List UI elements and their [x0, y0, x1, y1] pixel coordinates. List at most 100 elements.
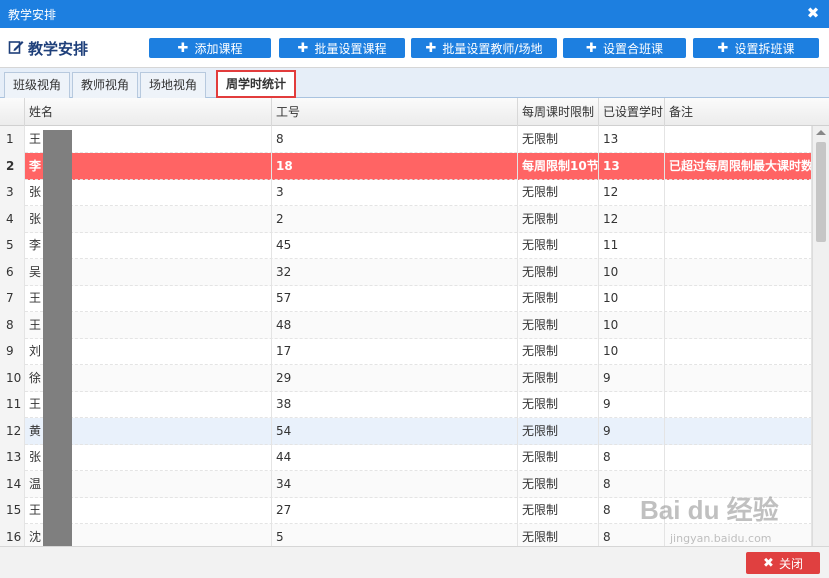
cell-set-hours: 8: [599, 470, 665, 498]
cell-id: 34: [272, 470, 518, 498]
window-titlebar: 教学安排 ✖: [0, 0, 829, 28]
cell-set-hours: 9: [599, 391, 665, 418]
cell-weekly-limit: 无限制: [518, 417, 599, 445]
tab-venue-view[interactable]: 场地视角: [140, 72, 207, 98]
window-close-icon[interactable]: ✖: [805, 4, 821, 22]
close-button-label: 关闭: [778, 556, 803, 571]
cell-weekly-limit: 无限制: [518, 338, 599, 365]
plus-icon: ✚: [717, 40, 729, 56]
cell-weekly-limit: 无限制: [518, 205, 599, 233]
batch-set-course-label: 批量设置课程: [314, 41, 387, 56]
tab-teacher-view[interactable]: 教师视角: [72, 72, 139, 98]
cell-id: 2: [272, 205, 518, 233]
row-number: 11: [0, 391, 25, 418]
cell-weekly-limit: 无限制: [518, 391, 599, 418]
table-row[interactable]: 15 王 27 无限制 8: [0, 497, 812, 524]
batch-set-teacher-venue-label: 批量设置教师/场地: [442, 41, 543, 56]
table-row[interactable]: 10 徐 29 无限制 9: [0, 364, 812, 392]
table-row[interactable]: 4 张 2 无限制 12: [0, 205, 812, 233]
cell-set-hours: 10: [599, 338, 665, 365]
cell-id: 27: [272, 497, 518, 524]
cell-id: 38: [272, 391, 518, 418]
cell-note: [665, 338, 812, 365]
redaction-mask: [43, 130, 72, 548]
cell-id: 54: [272, 417, 518, 445]
scroll-thumb[interactable]: [816, 142, 826, 242]
tab-weekly-hours-stats[interactable]: 周学时统计: [216, 70, 297, 98]
cell-set-hours: 13: [599, 152, 665, 180]
header-name[interactable]: 姓名: [25, 98, 272, 126]
table-row[interactable]: 6 吴 32 无限制 10: [0, 258, 812, 286]
table-row[interactable]: 14 温 34 无限制 8: [0, 470, 812, 498]
row-number: 6: [0, 258, 25, 286]
row-number: 13: [0, 444, 25, 471]
cell-id: 8: [272, 126, 518, 153]
header-note[interactable]: 备注: [665, 98, 829, 126]
vertical-scrollbar[interactable]: [812, 126, 829, 546]
plus-icon: ✚: [297, 40, 309, 56]
cell-id: 45: [272, 232, 518, 259]
cell-note: [665, 364, 812, 392]
add-course-button[interactable]: ✚ 添加课程: [149, 38, 271, 58]
batch-set-teacher-venue-button[interactable]: ✚ 批量设置教师/场地: [411, 38, 557, 58]
cell-weekly-limit: 无限制: [518, 444, 599, 471]
set-split-class-label: 设置拆班课: [734, 41, 795, 56]
row-number: 7: [0, 285, 25, 312]
plus-icon: ✚: [177, 40, 189, 56]
set-combined-class-button[interactable]: ✚ 设置合班课: [563, 38, 686, 58]
page-title: 教学安排: [8, 38, 88, 59]
row-number: 2: [0, 152, 25, 180]
table-row[interactable]: 2 李 18 每周限制10节 13 已超过每周限制最大课时数: [0, 152, 812, 180]
edit-icon: [8, 39, 24, 59]
cell-set-hours: 11: [599, 232, 665, 259]
table-row[interactable]: 9 刘 17 无限制 10: [0, 338, 812, 365]
row-number: 1: [0, 126, 25, 153]
set-split-class-button[interactable]: ✚ 设置拆班课: [693, 38, 819, 58]
grid-header: 姓名 工号 每周课时限制 已设置学时 备注: [0, 98, 829, 126]
cell-set-hours: 8: [599, 444, 665, 471]
batch-set-course-button[interactable]: ✚ 批量设置课程: [279, 38, 405, 58]
cell-set-hours: 8: [599, 523, 665, 546]
cell-id: 57: [272, 285, 518, 312]
cell-note: [665, 179, 812, 206]
tab-class-view[interactable]: 班级视角: [4, 72, 71, 98]
cell-weekly-limit: 无限制: [518, 497, 599, 524]
cell-note: 已超过每周限制最大课时数: [665, 152, 812, 180]
table-row[interactable]: 16 沈 5 无限制 8: [0, 523, 812, 546]
table-row[interactable]: 5 李 45 无限制 11: [0, 232, 812, 259]
header-set-hours[interactable]: 已设置学时: [599, 98, 665, 126]
header-rownum: [0, 98, 25, 126]
table-row[interactable]: 12 黄 54 无限制 9: [0, 417, 812, 445]
table-row[interactable]: 1 王 8 无限制 13: [0, 126, 812, 153]
table-row[interactable]: 3 张 3 无限制 12: [0, 179, 812, 206]
row-number: 10: [0, 364, 25, 392]
plus-icon: ✚: [425, 40, 437, 56]
cell-weekly-limit: 无限制: [518, 364, 599, 392]
table-row[interactable]: 8 王 48 无限制 10: [0, 311, 812, 339]
cell-note: [665, 391, 812, 418]
table-row[interactable]: 13 张 44 无限制 8: [0, 444, 812, 471]
view-tabs: 班级视角 教师视角 场地视角 周学时统计: [0, 68, 829, 98]
cell-weekly-limit: 无限制: [518, 179, 599, 206]
toolbar: 教学安排 ✚ 添加课程 ✚ 批量设置课程 ✚ 批量设置教师/场地 ✚ 设置合班课…: [0, 28, 829, 68]
header-id[interactable]: 工号: [272, 98, 518, 126]
cell-id: 44: [272, 444, 518, 471]
cell-weekly-limit: 无限制: [518, 285, 599, 312]
cell-weekly-limit: 无限制: [518, 126, 599, 153]
cell-id: 3: [272, 179, 518, 206]
row-number: 9: [0, 338, 25, 365]
table-row[interactable]: 11 王 38 无限制 9: [0, 391, 812, 418]
cell-note: [665, 497, 812, 524]
cell-note: [665, 126, 812, 153]
header-weekly-limit[interactable]: 每周课时限制: [518, 98, 599, 126]
cell-id: 5: [272, 523, 518, 546]
close-button[interactable]: ✖ 关闭: [746, 552, 820, 574]
data-grid: 姓名 工号 每周课时限制 已设置学时 备注 1 王 8 无限制 13 2 李 18 每周限制10…: [0, 98, 829, 546]
scroll-up-icon[interactable]: [816, 130, 826, 135]
cell-id: 29: [272, 364, 518, 392]
table-row[interactable]: 7 王 57 无限制 10: [0, 285, 812, 312]
cell-note: [665, 258, 812, 286]
row-number: 8: [0, 311, 25, 339]
row-number: 5: [0, 232, 25, 259]
grid-body: 1 王 8 无限制 13 2 李 18 每周限制10节 13 已超过每周限制最大课时数 3 张 3 无限制 1…: [0, 126, 812, 546]
